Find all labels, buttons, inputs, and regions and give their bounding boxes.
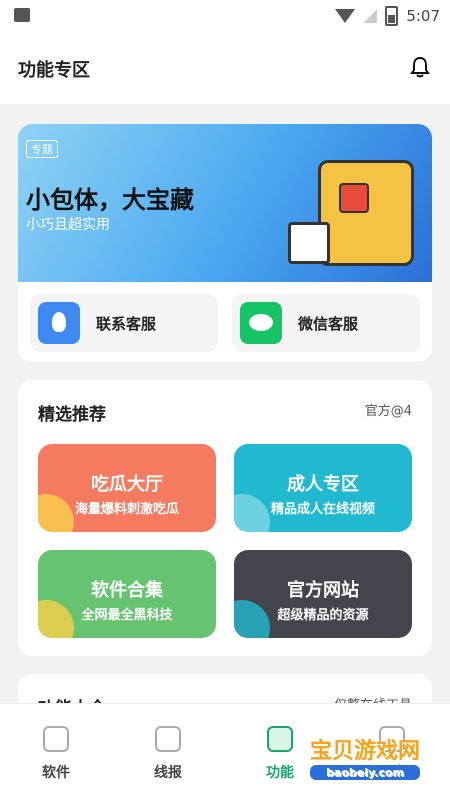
wifi-icon [335,9,356,23]
banner-card: 专题 小包体，大宝藏 小巧且超实用 联系客服 微信客服 [18,124,432,362]
tile-official-site[interactable]: 官方网站 超级精品的资源 [234,550,412,638]
service-label: 微信客服 [298,314,359,333]
tile-subtitle: 海量爆料刺激吃瓜 [74,502,179,517]
tile-subtitle: 超级精品的资源 [277,608,369,623]
featured-card: 精选推荐 官方@4 吃瓜大厅 海量爆料刺激吃瓜 成人专区 精品成人在线视频 软件… [18,380,432,656]
gallery-notification-icon [14,8,30,22]
cube-icon [267,726,293,752]
bell-icon[interactable] [410,56,430,78]
promo-banner[interactable]: 专题 小包体，大宝藏 小巧且超实用 [18,124,432,282]
status-bar: 5:07 [0,0,450,32]
bottom-tab-bar: 软件 线报 功能 更多 宝贝游戏网 baobeiy.com [0,703,450,800]
section-right-text[interactable]: 官方@4 [365,400,412,419]
status-time: 5:07 [406,7,440,25]
qq-icon [38,302,80,344]
banner-tag: 专题 [26,140,58,158]
banner-headline: 小包体，大宝藏 [26,186,194,214]
tile-title: 吃瓜大厅 [91,474,163,495]
tile-subtitle: 全网最全黑科技 [81,608,173,623]
service-label: 联系客服 [96,314,157,333]
sun-box-illustration [288,222,330,264]
planet-icon [155,726,181,752]
section-title: 精选推荐 [38,405,106,425]
status-icons: 5:07 [335,6,440,26]
signal-icon [363,9,378,23]
tab-label: 软件 [42,765,70,781]
tab-tips[interactable]: 线报 [128,726,208,782]
tab-label: 线报 [154,765,182,781]
tile-title: 官方网站 [287,580,359,601]
watermark-title: 宝贝游戏网 [309,739,420,764]
app-header: 功能专区 [0,32,450,104]
watermark-url: baobeiy.com [309,765,420,780]
tab-features[interactable]: 功能 [240,726,320,782]
tile-subtitle: 精品成人在线视频 [270,502,375,517]
wechat-support-button[interactable]: 微信客服 [232,294,420,352]
tab-software[interactable]: 软件 [16,726,96,782]
watermark: 宝贝游戏网 baobeiy.com [309,733,420,780]
service-row: 联系客服 微信客服 [30,294,420,352]
treasure-chest-illustration [318,160,414,266]
tab-label: 功能 [266,765,294,781]
banner-subline: 小巧且超实用 [26,217,110,233]
tile-melon-hall[interactable]: 吃瓜大厅 海量爆料刺激吃瓜 [38,444,216,532]
tile-title: 软件合集 [91,580,163,601]
tile-adult-zone[interactable]: 成人专区 精品成人在线视频 [234,444,412,532]
tile-software-collection[interactable]: 软件合集 全网最全黑科技 [38,550,216,638]
tile-title: 成人专区 [287,474,359,495]
lightning-icon [43,726,69,752]
wechat-icon [240,302,282,344]
contact-support-button[interactable]: 联系客服 [30,294,218,352]
page-title: 功能专区 [18,60,90,81]
battery-icon [385,6,399,26]
